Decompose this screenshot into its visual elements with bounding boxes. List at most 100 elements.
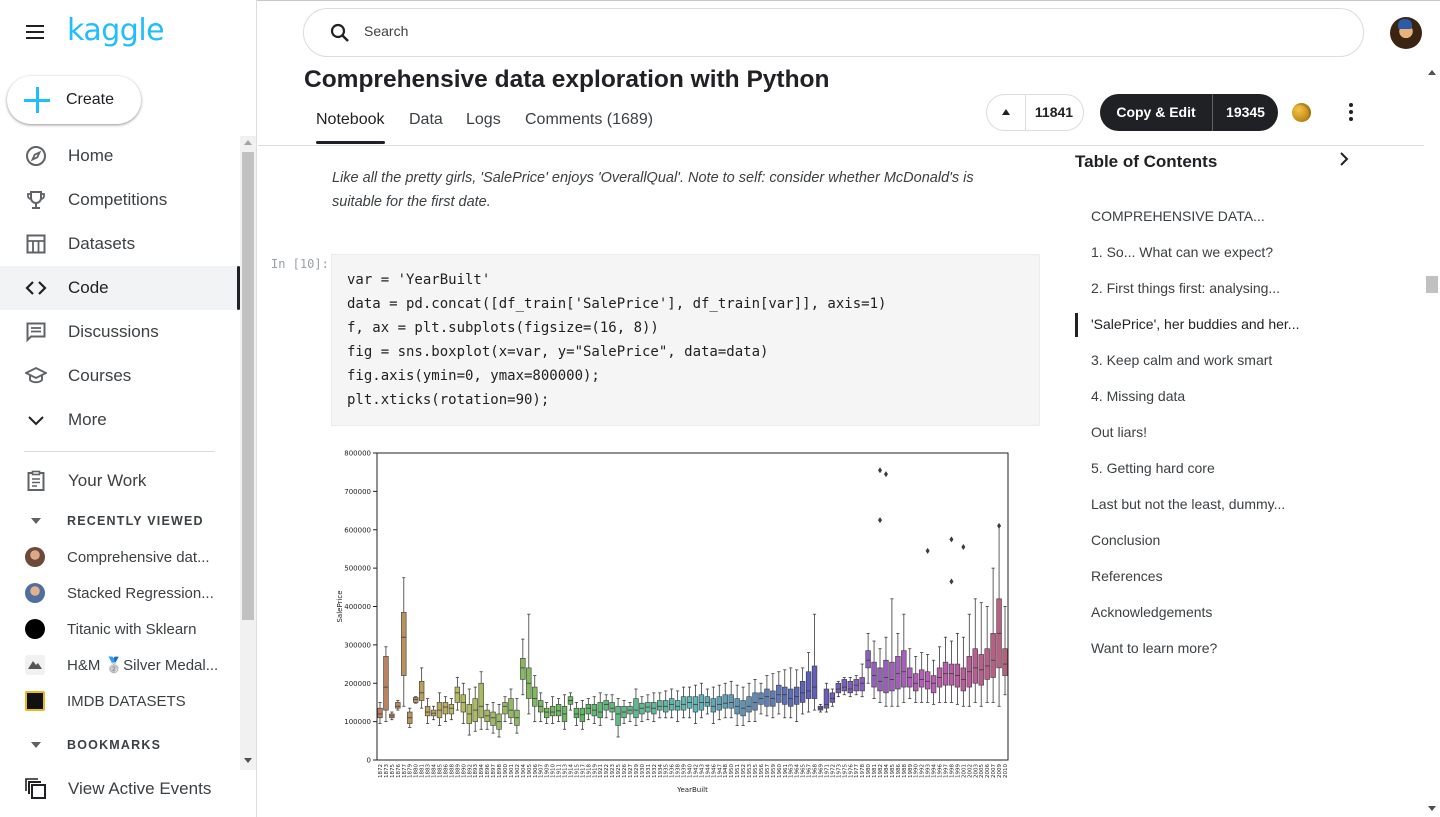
toc-item[interactable]: References [1091, 568, 1163, 584]
page-scrollbar[interactable] [1424, 66, 1440, 817]
chevron-right-icon[interactable] [1336, 151, 1352, 167]
scroll-up-icon[interactable] [1428, 70, 1436, 75]
gold-medal-icon[interactable] [1292, 103, 1311, 122]
code-cell[interactable]: var = 'YearBuilt' data = pd.concat([df_t… [331, 254, 1040, 426]
kaggle-logo[interactable]: kaggle [67, 13, 165, 48]
upvote-count[interactable]: 11841 [1025, 95, 1083, 130]
sidebar-item-courses[interactable]: Courses [0, 354, 240, 398]
toc-item[interactable]: Last but not the least, dummy... [1091, 496, 1285, 512]
sidebar-scrollbar-thumb[interactable] [242, 152, 254, 620]
box [924, 671, 931, 690]
recently-viewed-toggle[interactable]: RECENTLY VIEWED [0, 506, 240, 536]
sidebar-item-home[interactable]: Home [0, 134, 240, 178]
box [841, 679, 847, 692]
tab-active-indicator [316, 141, 385, 144]
search-bar[interactable] [303, 8, 1364, 57]
box [764, 688, 770, 707]
compass-icon [25, 145, 47, 167]
scroll-up-icon[interactable] [244, 140, 252, 145]
sidebar-item-datasets[interactable]: Datasets [0, 222, 240, 266]
box [835, 682, 842, 694]
box [847, 681, 853, 694]
x-tick-label: 2010 [1003, 764, 1009, 778]
tab-data[interactable]: Data [409, 111, 443, 129]
scroll-down-icon[interactable] [244, 758, 252, 763]
recent-item[interactable]: IMDB DATASETS [0, 683, 240, 719]
search-input[interactable] [364, 23, 1264, 39]
toc-item[interactable]: 5. Getting hard core [1091, 460, 1215, 476]
toc-item[interactable]: Out liars! [1091, 424, 1147, 440]
scroll-down-icon[interactable] [1428, 806, 1436, 811]
page-scrollbar-thumb[interactable] [1426, 276, 1438, 293]
box [716, 696, 722, 711]
toc-title: Table of Contents [1075, 152, 1218, 171]
box [704, 696, 711, 707]
toc-item[interactable]: Want to learn more? [1091, 640, 1217, 656]
tab-notebook[interactable]: Notebook [316, 111, 385, 129]
recent-item[interactable]: Stacked Regression... [0, 575, 240, 611]
markdown-cell: Like all the pretty girls, 'SalePrice' e… [332, 170, 974, 210]
notebook-avatar-icon [25, 547, 45, 567]
sidebar-item-label: Datasets [68, 234, 136, 253]
toc-item-active[interactable]: 'SalePrice', her buddies and her... [1091, 316, 1299, 332]
toc-item[interactable]: 4. Missing data [1091, 388, 1185, 404]
sidebar-item-discussions[interactable]: Discussions [0, 310, 240, 354]
view-active-events[interactable]: View Active Events [0, 767, 240, 811]
code-line: plt.xticks(rotation=90); [347, 392, 550, 408]
toc-item[interactable]: 3. Keep calm and work smart [1091, 352, 1272, 368]
sidebar-item-label: Home [68, 146, 114, 165]
menu-icon[interactable] [24, 22, 46, 42]
more-options-icon[interactable] [1340, 100, 1362, 124]
box [615, 705, 621, 726]
box [573, 707, 580, 719]
create-button[interactable]: Create [7, 76, 141, 124]
toc-item[interactable]: 1. So... What can we expect? [1091, 244, 1273, 260]
x-axis-label: YearBuilt [676, 786, 708, 794]
box [776, 684, 782, 703]
tab-comments[interactable]: Comments (1689) [525, 111, 653, 129]
page-title: Comprehensive data exploration with Pyth… [304, 66, 830, 93]
caret-down-icon [31, 742, 41, 748]
box [401, 611, 407, 676]
recent-item[interactable]: H&M 🥈Silver Medal... [0, 647, 240, 683]
recent-item[interactable]: Comprehensive dat... [0, 539, 240, 575]
user-avatar[interactable] [1390, 17, 1422, 49]
copy-edit-button[interactable]: Copy & Edit 19345 [1100, 94, 1278, 131]
box [418, 681, 425, 701]
copy-edit-count[interactable]: 19345 [1213, 94, 1278, 131]
box [448, 704, 455, 715]
box [680, 696, 687, 711]
caret-down-icon [31, 518, 41, 524]
toc-item[interactable]: COMPREHENSIVE DATA... [1091, 208, 1265, 224]
box [597, 702, 603, 719]
bookmarks-toggle[interactable]: BOOKMARKS [0, 730, 240, 760]
box [728, 694, 734, 709]
box [984, 648, 990, 680]
recent-item[interactable]: Titanic with Sklearn [0, 611, 240, 647]
toc-item[interactable]: Acknowledgements [1091, 604, 1212, 620]
y-tick-label: 400000 [344, 603, 371, 611]
box [901, 650, 907, 688]
box [424, 705, 431, 717]
sidebar-item-code[interactable]: Code [0, 266, 240, 310]
sidebar-item-your-work[interactable]: Your Work [0, 459, 240, 503]
toc-item[interactable]: Conclusion [1091, 532, 1160, 548]
upvote-button[interactable] [987, 95, 1025, 130]
box [782, 686, 788, 705]
toc-item[interactable]: 2. First things first: analysing... [1091, 280, 1280, 296]
sidebar-item-competitions[interactable]: Competitions [0, 178, 240, 222]
box [454, 686, 461, 703]
box [603, 700, 609, 711]
y-tick-label: 500000 [344, 565, 371, 573]
tab-logs[interactable]: Logs [466, 111, 501, 129]
box [889, 661, 895, 692]
code-icon [25, 277, 47, 299]
box [895, 656, 901, 690]
box [460, 694, 466, 713]
sidebar-item-label: More [68, 410, 107, 429]
sidebar-item-more[interactable]: More [0, 398, 240, 442]
box [377, 707, 383, 719]
box [788, 688, 794, 707]
box [442, 702, 449, 715]
recent-item-label: IMDB DATASETS [67, 692, 186, 710]
